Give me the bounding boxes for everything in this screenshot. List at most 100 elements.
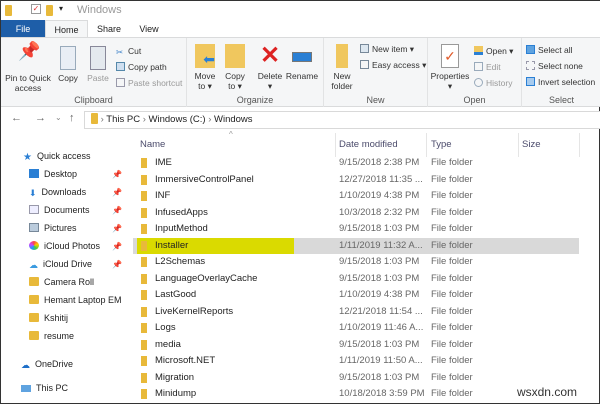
sidebar-item-downloads[interactable]: ⬇ Downloads [29, 187, 86, 198]
navigation-pane: ★ Quick access Desktop 📌 ⬇ Downloads 📌 Docum… [1, 141, 131, 405]
move-to-icon: ⬅ [195, 44, 215, 68]
history-button[interactable]: History [474, 78, 512, 88]
column-header-size[interactable]: Size [522, 139, 540, 150]
folder-icon [141, 290, 147, 300]
file-type: File folder [431, 371, 473, 383]
invert-selection-button[interactable]: Invert selection [526, 77, 595, 87]
ribbon: 📌 Pin to Quick access Copy Paste ✂ Cut Cop… [1, 37, 600, 107]
file-row[interactable]: InputMethod 9/15/2018 1:03 PM File folder [133, 221, 579, 237]
file-row[interactable]: L2Schemas 9/15/2018 1:03 PM File folder [133, 254, 579, 270]
file-name: IME [155, 157, 172, 168]
download-icon: ⬇ [29, 188, 37, 198]
tab-share[interactable]: Share [89, 20, 129, 38]
tab-file[interactable]: File [1, 20, 45, 38]
file-name: Logs [155, 322, 176, 333]
column-divider[interactable] [426, 133, 427, 157]
file-list: ^ Name Date modified Type Size IME 9/15/2… [133, 130, 600, 405]
file-type: File folder [431, 388, 473, 399]
new-folder-qat-icon[interactable] [46, 5, 53, 16]
column-divider[interactable] [335, 133, 336, 157]
pictures-icon [29, 223, 39, 232]
file-row[interactable]: Minidump 10/18/2018 3:59 PM File folder [133, 386, 579, 402]
folder-icon [29, 331, 39, 340]
file-row[interactable]: Migration 9/15/2018 1:03 PM File folder [133, 370, 579, 386]
properties-qat-icon[interactable]: ✓ [31, 4, 41, 14]
file-row[interactable]: LanguageOverlayCache 9/15/2018 1:03 PM Fil… [133, 271, 579, 287]
pin-icon: 📌 [112, 242, 122, 251]
sidebar-this-pc[interactable]: This PC [21, 383, 68, 393]
back-arrow-icon[interactable]: ← [11, 112, 22, 124]
file-row[interactable]: LastGood 1/10/2019 4:38 PM File folder [133, 287, 579, 303]
delete-button[interactable]: ✕ Delete ▾ [255, 44, 285, 92]
column-divider[interactable] [579, 133, 580, 157]
copy-button[interactable]: Copy [55, 46, 81, 83]
folder-icon [29, 295, 39, 304]
pin-to-quick-access-button[interactable]: 📌 Pin to Quick access [5, 42, 51, 93]
sidebar-item-resume[interactable]: resume [29, 331, 74, 341]
easy-access-button[interactable]: Easy access ▾ [360, 60, 426, 71]
sidebar-onedrive[interactable]: ☁ OneDrive [21, 359, 73, 370]
folder-icon [141, 158, 147, 168]
folder-icon [91, 113, 98, 124]
sidebar-item-icloud-photos[interactable]: iCloud Photos [29, 241, 100, 251]
qat-dropdown-icon[interactable]: ▾ [59, 4, 63, 13]
tab-view[interactable]: View [129, 20, 169, 38]
paste-icon [90, 46, 106, 70]
column-header-name[interactable]: Name [140, 139, 165, 150]
file-row[interactable]: IME 9/15/2018 2:38 PM File folder [133, 155, 579, 171]
sidebar-item-desktop[interactable]: Desktop [29, 169, 77, 179]
up-arrow-icon[interactable]: ↑ [69, 112, 75, 124]
open-button[interactable]: Open ▾ [474, 46, 513, 57]
invert-selection-icon [526, 77, 535, 86]
edit-button[interactable]: Edit [474, 62, 501, 72]
paste-shortcut-button[interactable]: Paste shortcut [116, 78, 182, 88]
new-item-button[interactable]: New item ▾ [360, 44, 414, 55]
recent-locations-chevron-icon[interactable]: ⌄ [55, 113, 62, 122]
open-group: ✓ Properties ▾ Open ▾ Edit History Open [428, 38, 522, 107]
new-folder-icon [336, 44, 348, 68]
rename-icon [292, 52, 312, 62]
file-row[interactable]: Installer 1/11/2019 11:32 A... File folder [133, 237, 579, 254]
file-row[interactable]: LiveKernelReports 12/21/2018 11:54 ... Fil… [133, 304, 579, 320]
column-header-date[interactable]: Date modified [339, 139, 398, 150]
file-type: File folder [431, 305, 473, 317]
file-name: Minidump [155, 388, 197, 399]
breadcrumb-this-pc[interactable]: This PC [106, 114, 140, 125]
file-row[interactable]: Logs 1/10/2019 11:46 A... File folder [133, 320, 579, 336]
copy-to-button[interactable]: Copy to ▾ [221, 44, 249, 91]
breadcrumb-windows[interactable]: Windows [214, 114, 253, 125]
pin-icon: 📌 [112, 188, 122, 197]
copy-to-icon [225, 44, 245, 68]
file-name: LanguageOverlayCache [155, 272, 258, 284]
move-to-button[interactable]: ⬅ Move to ▾ [191, 44, 219, 91]
sidebar-item-icloud-drive[interactable]: ☁ iCloud Drive [29, 259, 92, 270]
sidebar-item-documents[interactable]: Documents [29, 205, 90, 215]
folder-icon [141, 174, 147, 185]
column-header-type[interactable]: Type [431, 139, 452, 150]
file-type: File folder [431, 322, 473, 333]
sidebar-item-camera-roll[interactable]: Camera Roll [29, 277, 94, 287]
sidebar-item-kshitij[interactable]: Kshitij [29, 313, 68, 323]
copy-path-button[interactable]: Copy path [116, 62, 167, 72]
rename-button[interactable]: Rename [285, 44, 319, 81]
column-divider[interactable] [518, 133, 519, 157]
properties-button[interactable]: ✓ Properties ▾ [430, 44, 470, 91]
file-row[interactable]: media 9/15/2018 1:03 PM File folder [133, 337, 579, 353]
forward-arrow-icon[interactable]: → [35, 112, 46, 124]
file-name: INF [155, 190, 171, 201]
select-none-button[interactable]: Select none [526, 61, 583, 71]
file-row[interactable]: ImmersiveControlPanel 12/27/2018 11:35 ..… [133, 172, 579, 188]
address-bar[interactable]: › This PC › Windows (C:) › Windows [84, 111, 600, 129]
file-row[interactable]: InfusedApps 10/3/2018 2:32 PM File folder [133, 205, 579, 221]
sidebar-item-pictures[interactable]: Pictures [29, 223, 77, 233]
paste-button[interactable]: Paste [85, 46, 111, 83]
file-row[interactable]: INF 1/10/2019 4:38 PM File folder [133, 188, 579, 204]
sidebar-item-hemant-laptop[interactable]: Hemant Laptop EM [29, 295, 122, 305]
sidebar-quick-access[interactable]: ★ Quick access [23, 151, 91, 163]
select-all-button[interactable]: Select all [526, 45, 573, 55]
file-date: 9/15/2018 1:03 PM [339, 371, 420, 383]
new-folder-button[interactable]: New folder [328, 44, 356, 91]
file-row[interactable]: Microsoft.NET 1/11/2019 11:50 A... File fo… [133, 353, 579, 369]
breadcrumb-windows-c[interactable]: Windows (C:) [149, 114, 206, 125]
cut-button[interactable]: ✂ Cut [116, 46, 141, 57]
